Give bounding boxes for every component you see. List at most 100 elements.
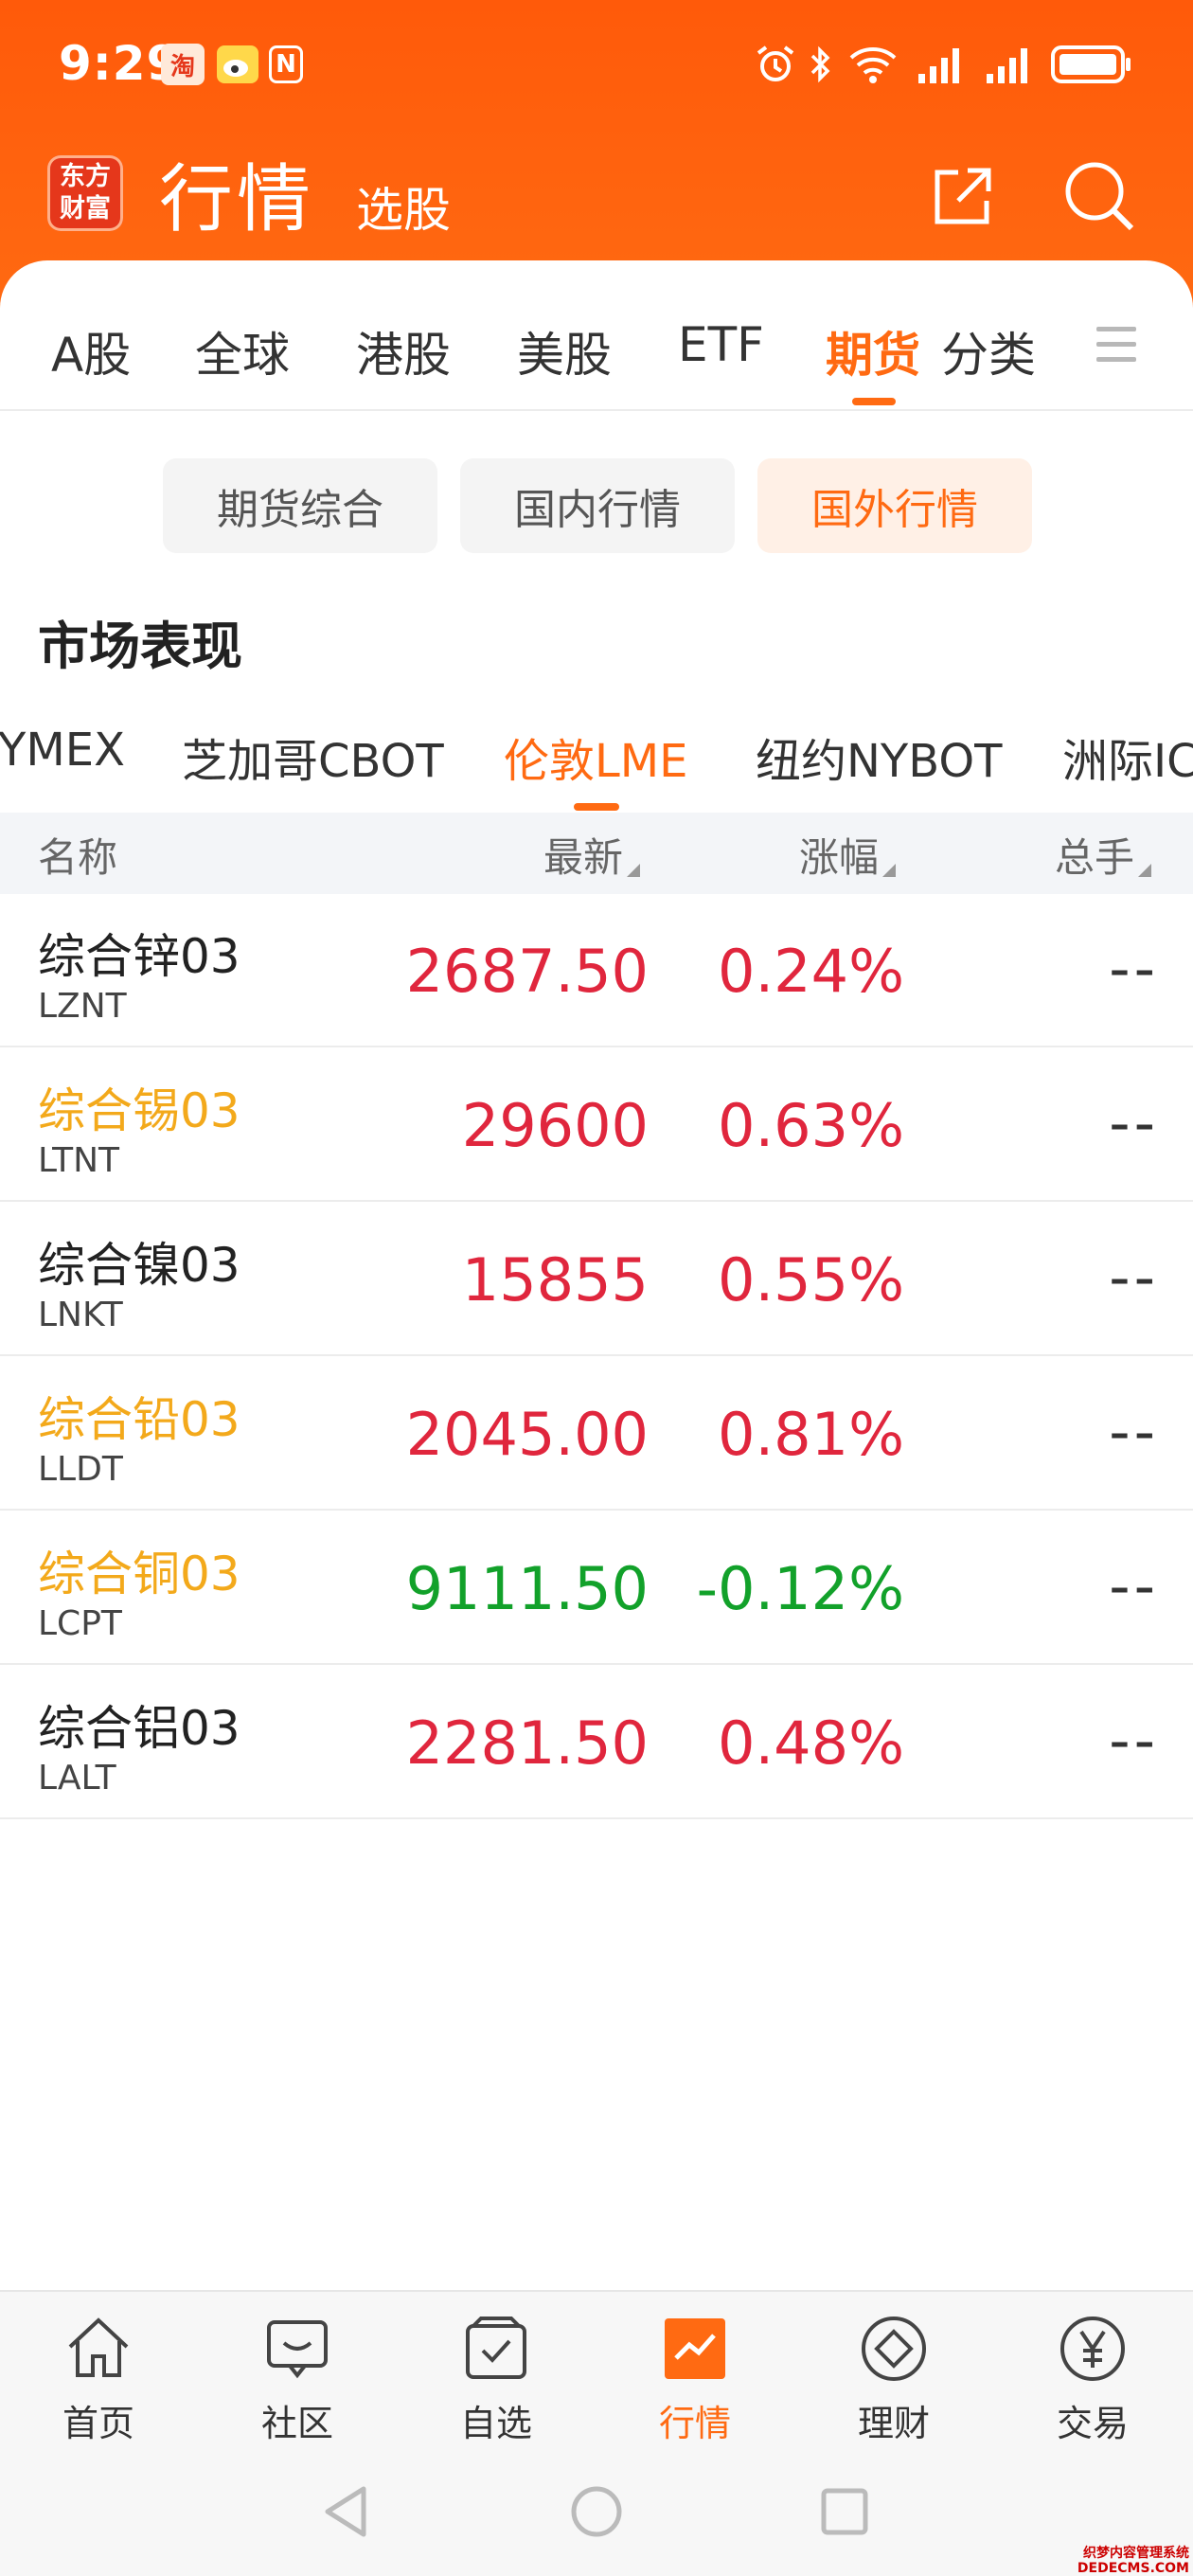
exchange-tab-nybot[interactable]: 纽约NYBOT: [756, 724, 1002, 790]
recents-icon[interactable]: [818, 2485, 871, 2538]
contract-code: LNKT: [38, 1296, 123, 1334]
nav-wealth[interactable]: 理财: [818, 2313, 970, 2455]
contract-name: 综合铝03: [38, 1701, 240, 1756]
home-circle-icon[interactable]: [568, 2483, 625, 2540]
tab-etf[interactable]: ETF: [678, 317, 764, 372]
total-volume: --: [1109, 1397, 1159, 1466]
checkbox-icon: [466, 2317, 526, 2379]
weibo-icon: [216, 44, 259, 85]
tab-a-shares[interactable]: A股: [51, 317, 131, 385]
latest-price: 2687.50: [405, 937, 649, 1006]
trend-icon: [665, 2318, 725, 2379]
home-icon: [68, 2317, 129, 2377]
search-icon: [1065, 162, 1134, 231]
taobao-icon: 淘: [161, 44, 205, 85]
column-name-label: 名称: [38, 834, 118, 881]
tab-global[interactable]: 全球: [195, 317, 290, 385]
contract-name: 综合锡03: [38, 1083, 240, 1138]
change-percent: 0.24%: [718, 937, 904, 1006]
change-percent: 0.55%: [718, 1245, 904, 1315]
contract-name: 综合铅03: [38, 1392, 240, 1447]
table-row[interactable]: 综合锡03 LTNT 29600 0.63% --: [0, 1048, 1193, 1202]
page-title: 行情: [159, 157, 315, 242]
total-volume: --: [1109, 1243, 1159, 1312]
table-row[interactable]: 综合铜03 LCPT 9111.50 -0.12% --: [0, 1512, 1193, 1665]
nav-community[interactable]: 社区: [222, 2313, 373, 2455]
latest-price: 9111.50: [405, 1554, 649, 1623]
tab-futures[interactable]: 期货: [826, 317, 920, 385]
tab-active-indicator: [852, 398, 896, 405]
total-volume: --: [1109, 1551, 1159, 1620]
column-change-label: 涨幅: [799, 834, 880, 881]
battery-icon: [1049, 44, 1134, 85]
total-volume: --: [1109, 1706, 1159, 1775]
nav-trade-label: 交易: [1056, 2403, 1129, 2444]
nfc-badge: N: [269, 45, 303, 83]
nav-home-label: 首页: [62, 2403, 134, 2444]
sort-icon: [882, 864, 897, 877]
column-latest-sort[interactable]: 最新: [543, 826, 641, 884]
taobao-badge-text: 淘: [169, 52, 195, 81]
nav-market[interactable]: 行情: [619, 2313, 771, 2455]
sort-icon: [627, 864, 641, 877]
bluetooth-icon: [807, 44, 835, 85]
exchange-tab-nymex[interactable]: YMEX: [0, 724, 125, 777]
menu-icon: [1096, 327, 1136, 331]
contract-name: 综合镍03: [38, 1238, 240, 1293]
section-title: 市场表现: [38, 617, 242, 676]
share-icon: [935, 168, 991, 224]
nav-watchlist[interactable]: 自选: [420, 2313, 572, 2455]
tab-us-stocks[interactable]: 美股: [517, 317, 612, 385]
column-latest-label: 最新: [543, 834, 624, 881]
share-button[interactable]: [920, 153, 1006, 239]
column-volume-sort[interactable]: 总手: [1055, 826, 1152, 884]
contract-code: LTNT: [38, 1141, 120, 1180]
exchange-tab-lme[interactable]: 伦敦LME: [504, 724, 688, 790]
tabs-menu-button[interactable]: [1096, 327, 1136, 365]
diamond-icon: [862, 2317, 926, 2381]
latest-price: 15855: [461, 1245, 649, 1315]
nfc-icon: N: [267, 44, 305, 85]
back-icon[interactable]: [320, 2483, 373, 2540]
contract-code: LCPT: [38, 1604, 122, 1643]
tab-hk-stocks[interactable]: 港股: [356, 317, 451, 385]
change-percent: 0.81%: [718, 1400, 904, 1469]
exchange-tab-ice[interactable]: 洲际IC: [1062, 724, 1193, 790]
contract-code: LALT: [38, 1759, 116, 1798]
nav-community-label: 社区: [260, 2403, 333, 2444]
contract-name: 综合铜03: [38, 1547, 240, 1601]
contract-code: LLDT: [38, 1450, 123, 1489]
stock-picker-link[interactable]: 选股: [356, 172, 451, 241]
nav-trade[interactable]: 交易: [1017, 2313, 1168, 2455]
exchange-tab-cbot[interactable]: 芝加哥CBOT: [182, 724, 444, 790]
change-percent: 0.63%: [718, 1091, 904, 1160]
system-navigation-bar: [0, 2460, 1193, 2576]
table-row[interactable]: 综合铅03 LLDT 2045.00 0.81% --: [0, 1357, 1193, 1511]
column-change-sort[interactable]: 涨幅: [799, 826, 897, 884]
latest-price: 29600: [461, 1091, 649, 1160]
exchange-active-indicator: [574, 803, 619, 811]
alarm-icon: [754, 44, 797, 85]
search-button[interactable]: [1057, 153, 1142, 239]
watermark-line2: DEDECMS.COM: [1077, 2561, 1189, 2576]
nav-wealth-label: 理财: [857, 2403, 930, 2444]
column-volume-label: 总手: [1055, 834, 1135, 881]
table-row[interactable]: 综合锌03 LZNT 2687.50 0.24% --: [0, 894, 1193, 1047]
table-row[interactable]: 综合镍03 LNKT 15855 0.55% --: [0, 1203, 1193, 1356]
subtab-overseas[interactable]: 国外行情: [757, 458, 1032, 553]
subtab-futures-overview[interactable]: 期货综合: [163, 458, 437, 553]
contract-code: LZNT: [38, 987, 127, 1026]
nav-watchlist-label: 自选: [459, 2403, 532, 2444]
nav-home[interactable]: 首页: [23, 2313, 174, 2455]
chat-icon: [267, 2320, 328, 2379]
latest-price: 2281.50: [405, 1708, 649, 1778]
total-volume: --: [1109, 934, 1159, 1003]
change-percent: 0.48%: [718, 1708, 904, 1778]
tab-categories[interactable]: 分类: [941, 317, 1036, 385]
table-row[interactable]: 综合铝03 LALT 2281.50 0.48% --: [0, 1666, 1193, 1819]
app-logo[interactable]: 东方财富: [47, 155, 123, 231]
change-percent: -0.12%: [696, 1554, 904, 1623]
subtab-domestic[interactable]: 国内行情: [460, 458, 735, 553]
signal-icon-2: [983, 44, 1036, 85]
column-name: 名称: [38, 826, 117, 884]
